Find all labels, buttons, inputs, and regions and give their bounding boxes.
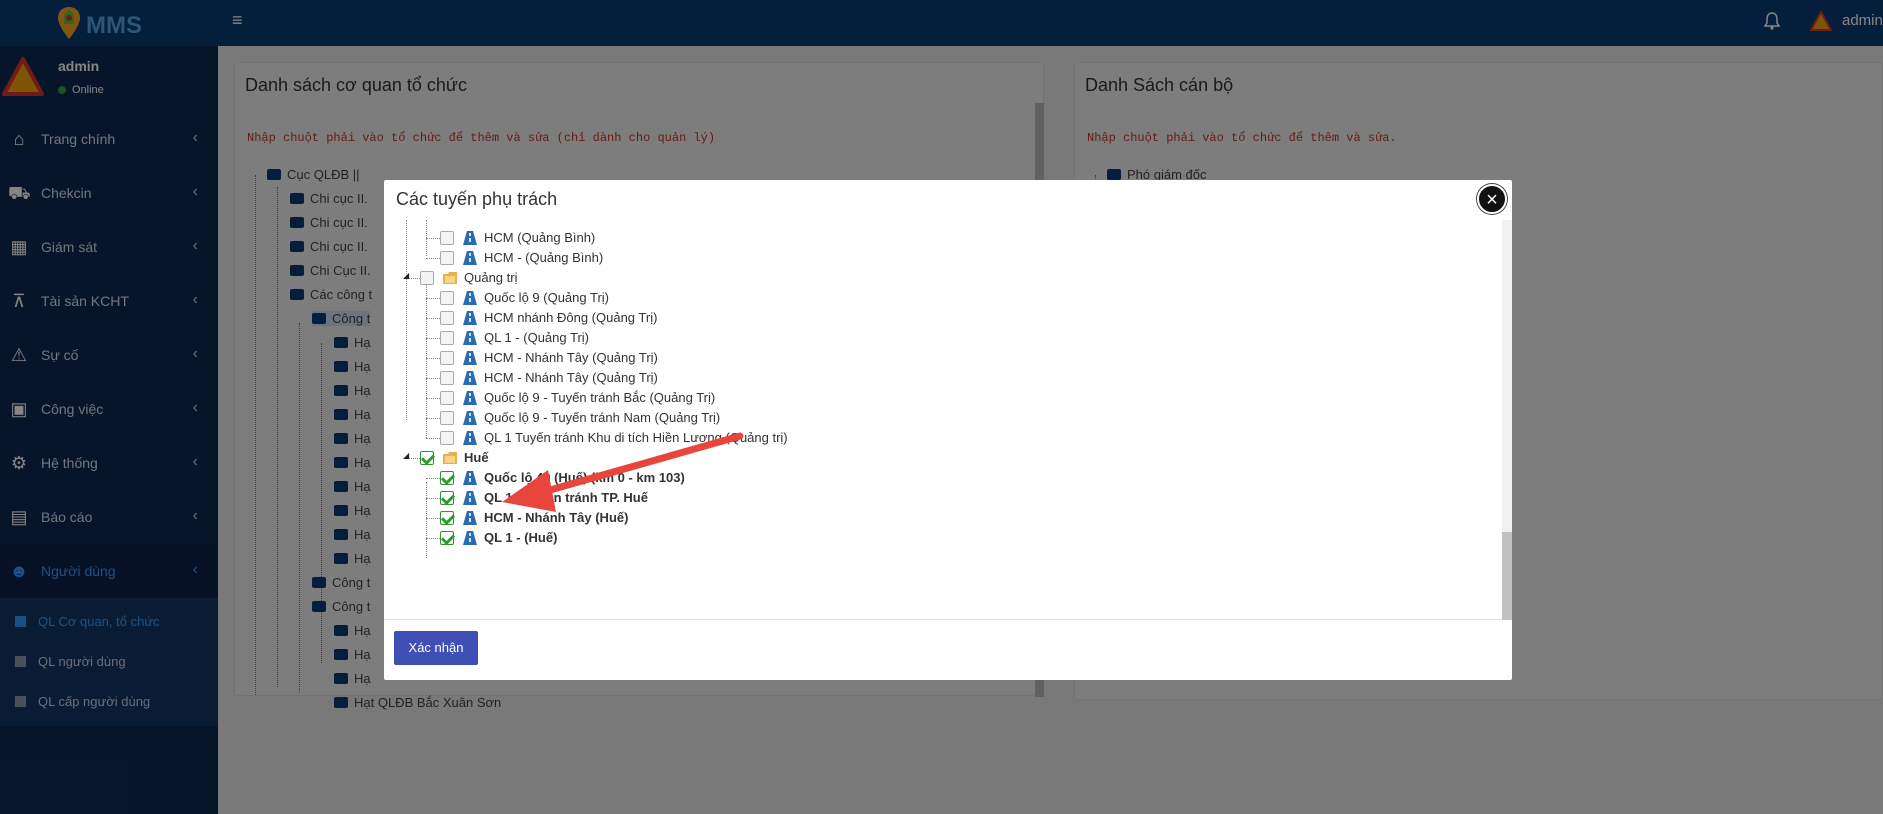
road-icon: [463, 411, 477, 425]
route-checkbox[interactable]: [440, 351, 454, 365]
route-checkbox[interactable]: [440, 251, 454, 265]
modal-footer: Xác nhận: [384, 620, 1512, 680]
tree-branch-line: [426, 478, 440, 479]
route-label: HCM - (Quảng Bình): [484, 250, 604, 265]
route-label: Quốc lộ 9 (Quảng Trị): [484, 290, 609, 305]
tree-branch-line: [426, 298, 440, 299]
road-icon: [463, 431, 477, 445]
road-icon: [463, 531, 477, 545]
tree-branch-line: [426, 358, 440, 359]
route-label: QL 1 - (Huế): [484, 530, 558, 545]
route-checkbox[interactable]: [440, 311, 454, 325]
road-icon: [463, 371, 477, 385]
route-label: Quốc lộ 49 (Huế) (km 0 - km 103): [484, 470, 685, 485]
route-label: HCM (Quảng Bình): [484, 230, 596, 245]
route-label: QL 1 Tuyến tránh Khu di tích Hiền Lương …: [484, 430, 788, 445]
route-checkbox[interactable]: [440, 471, 454, 485]
tree-branch-line: [426, 238, 440, 239]
province-label: Quảng trị: [464, 270, 518, 285]
route-label: Quốc lộ 9 - Tuyến tránh Bắc (Quảng Trị): [484, 390, 716, 405]
tree-branch-line: [426, 438, 440, 439]
province-checkbox[interactable]: [420, 271, 434, 285]
route-checkbox[interactable]: [440, 411, 454, 425]
route-checkbox[interactable]: [440, 291, 454, 305]
road-icon: [463, 391, 477, 405]
route-label: HCM - Nhánh Tây (Quảng Trị): [484, 370, 658, 385]
road-icon: [463, 251, 477, 265]
road-icon: [463, 231, 477, 245]
route-label: Quốc lộ 9 - Tuyến tránh Nam (Quảng Trị): [484, 410, 721, 425]
tree-branch-line: [426, 378, 440, 379]
folder-icon: [443, 452, 457, 464]
tree-collapse-icon[interactable]: ◢: [403, 272, 411, 280]
road-icon: [463, 471, 477, 485]
tree-branch-line: [426, 338, 440, 339]
modal-title: Các tuyến phụ trách: [396, 189, 558, 209]
route-label: QL 1 - Tuyến tránh TP. Huế: [484, 490, 648, 505]
road-icon: [463, 311, 477, 325]
tree-branch-line: [426, 258, 440, 259]
close-button[interactable]: ×: [1477, 184, 1507, 214]
modal-scrollbar-thumb[interactable]: [1502, 532, 1512, 620]
province-checkbox[interactable]: [420, 451, 434, 465]
tree-guide-line: [406, 220, 407, 420]
route-checkbox[interactable]: [440, 231, 454, 245]
tree-collapse-icon[interactable]: ◢: [403, 452, 411, 460]
route-label: QL 1 - (Quảng Trị): [484, 330, 589, 345]
tree-branch-line: [426, 538, 440, 539]
folder-icon: [443, 272, 457, 284]
road-icon: [463, 491, 477, 505]
tree-branch-line: [426, 398, 440, 399]
route-row-partial: [386, 220, 786, 222]
route-checkbox[interactable]: [440, 491, 454, 505]
tree-branch-line: [426, 498, 440, 499]
routes-modal: Các tuyến phụ trách × ◢ ◢ HCM (Quảng Bìn…: [384, 180, 1512, 680]
province-label: Huế: [464, 450, 489, 465]
route-label: HCM - Nhánh Tây (Huế): [484, 510, 629, 525]
routes-tree: ◢ ◢ HCM (Quảng Bình) HCM - (Quảng Bình) …: [384, 220, 1512, 620]
route-checkbox[interactable]: [440, 431, 454, 445]
tree-guide-line: [426, 282, 427, 438]
road-icon: [463, 511, 477, 525]
tree-guide-line: [426, 482, 427, 558]
route-checkbox[interactable]: [440, 531, 454, 545]
road-icon: [463, 291, 477, 305]
road-icon: [463, 331, 477, 345]
route-checkbox[interactable]: [440, 511, 454, 525]
tree-branch-line: [426, 518, 440, 519]
route-label: HCM nhánh Đông (Quảng Trị): [484, 310, 658, 325]
route-checkbox[interactable]: [440, 331, 454, 345]
tree-branch-line: [426, 318, 440, 319]
road-icon: [463, 351, 477, 365]
route-checkbox[interactable]: [440, 371, 454, 385]
confirm-button[interactable]: Xác nhận: [394, 631, 478, 665]
route-checkbox[interactable]: [440, 391, 454, 405]
route-label: HCM - Nhánh Tây (Quảng Trị): [484, 350, 658, 365]
tree-branch-line: [426, 418, 440, 419]
